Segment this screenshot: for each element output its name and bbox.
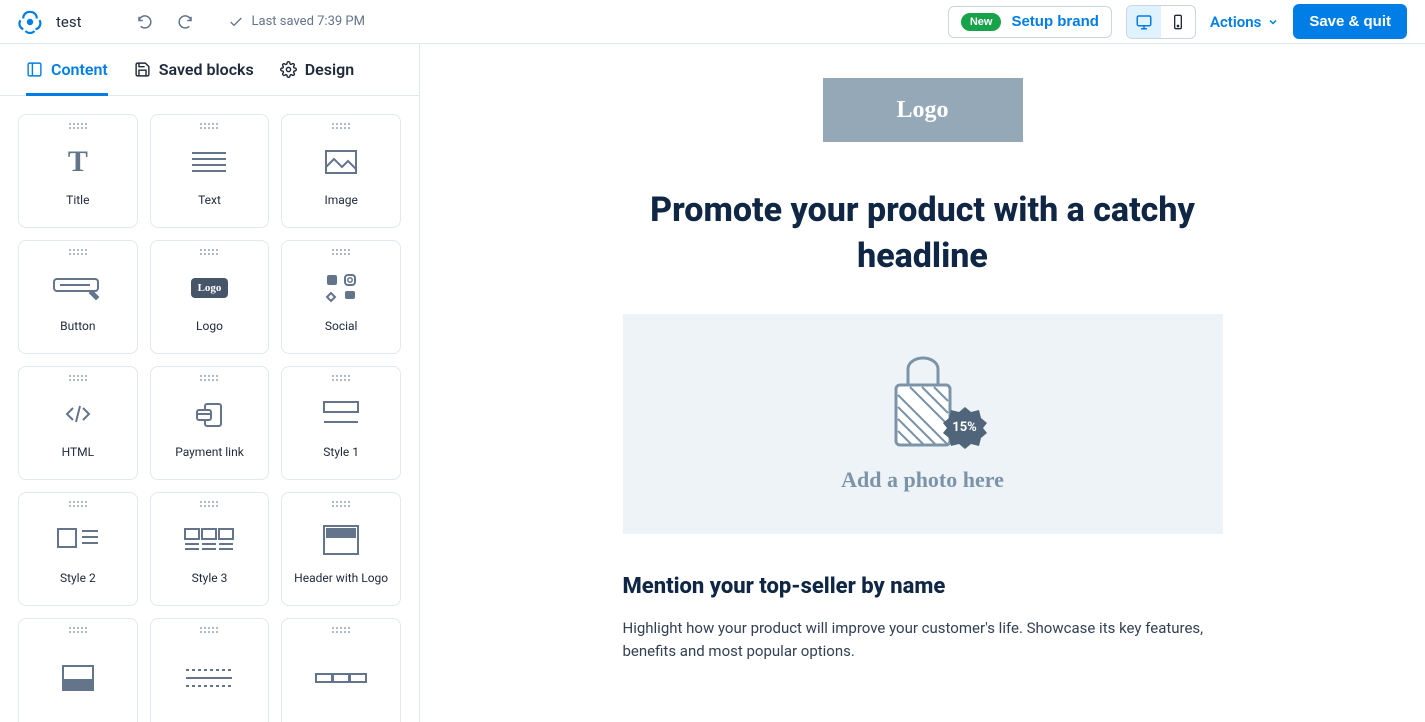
image-icon bbox=[324, 141, 358, 183]
drag-handle-icon bbox=[69, 627, 87, 633]
block-image[interactable]: Image bbox=[281, 114, 401, 228]
drag-handle-icon bbox=[200, 249, 218, 255]
last-saved-status: Last saved 7:39 PM bbox=[228, 14, 365, 30]
drag-handle-icon bbox=[200, 123, 218, 129]
drag-handle-icon bbox=[332, 123, 350, 129]
photo-placeholder[interactable]: 15% Add a photo here bbox=[623, 314, 1223, 534]
block-button[interactable]: Button bbox=[18, 240, 138, 354]
drag-handle-icon bbox=[332, 249, 350, 255]
block-text[interactable]: Text bbox=[150, 114, 270, 228]
desktop-view-button[interactable] bbox=[1127, 6, 1161, 38]
drag-handle-icon bbox=[69, 249, 87, 255]
logo-icon: Logo bbox=[191, 267, 229, 309]
logo-placeholder[interactable]: Logo bbox=[823, 78, 1023, 142]
social-icon bbox=[324, 267, 358, 309]
block-title[interactable]: T Title bbox=[18, 114, 138, 228]
hero2-icon bbox=[184, 657, 234, 699]
photo-caption: Add a photo here bbox=[841, 467, 1004, 493]
block-html[interactable]: HTML bbox=[18, 366, 138, 480]
redo-button[interactable] bbox=[176, 13, 194, 31]
block-hero-1[interactable] bbox=[18, 618, 138, 722]
gear-icon bbox=[280, 61, 297, 78]
tab-design[interactable]: Design bbox=[280, 60, 354, 96]
drag-handle-icon bbox=[332, 375, 350, 381]
block-hero-2[interactable] bbox=[150, 618, 270, 722]
title-icon: T bbox=[68, 141, 88, 183]
style3-icon bbox=[183, 519, 235, 561]
drag-handle-icon bbox=[200, 375, 218, 381]
mobile-view-button[interactable] bbox=[1161, 6, 1195, 38]
block-logo[interactable]: Logo Logo bbox=[150, 240, 270, 354]
actions-dropdown[interactable]: Actions bbox=[1210, 13, 1279, 31]
blocks-grid: T Title Text bbox=[0, 96, 419, 722]
drag-handle-icon bbox=[332, 501, 350, 507]
project-name[interactable]: test bbox=[56, 13, 82, 31]
shopping-bag-icon: 15% bbox=[884, 355, 962, 455]
drag-handle-icon bbox=[69, 501, 87, 507]
tab-content[interactable]: Content bbox=[26, 60, 108, 96]
block-header-with-logo[interactable]: Header with Logo bbox=[281, 492, 401, 606]
app-logo bbox=[18, 10, 42, 34]
block-style-3[interactable]: Style 3 bbox=[150, 492, 270, 606]
email-body: Logo Promote your product with a catchy … bbox=[623, 78, 1223, 688]
save-quit-button[interactable]: Save & quit bbox=[1293, 4, 1407, 39]
save-icon bbox=[134, 61, 151, 78]
hero3-icon bbox=[314, 657, 368, 699]
block-payment-link[interactable]: Payment link bbox=[150, 366, 270, 480]
payment-icon bbox=[193, 393, 225, 435]
html-icon bbox=[63, 393, 93, 435]
text-icon bbox=[190, 141, 228, 183]
drag-handle-icon bbox=[200, 627, 218, 633]
hero1-icon bbox=[61, 657, 95, 699]
headline[interactable]: Promote your product with a catchy headl… bbox=[623, 188, 1223, 280]
drag-handle-icon bbox=[332, 627, 350, 633]
new-pill: New bbox=[961, 13, 1002, 31]
canvas[interactable]: Logo Promote your product with a catchy … bbox=[420, 44, 1425, 722]
setup-brand-button[interactable]: New Setup brand bbox=[948, 6, 1112, 38]
tab-saved-blocks[interactable]: Saved blocks bbox=[134, 60, 254, 96]
discount-badge: 15% bbox=[942, 405, 988, 451]
sidebar-tabs: Content Saved blocks Design bbox=[0, 44, 419, 96]
undo-button[interactable] bbox=[136, 13, 154, 31]
sidebar: Content Saved blocks Design bbox=[0, 44, 420, 722]
block-style-2[interactable]: Style 2 bbox=[18, 492, 138, 606]
layout-sidebar-icon bbox=[26, 61, 43, 78]
style2-icon bbox=[56, 519, 100, 561]
drag-handle-icon bbox=[69, 375, 87, 381]
block-social[interactable]: Social bbox=[281, 240, 401, 354]
block-hero-3[interactable] bbox=[281, 618, 401, 722]
block-style-1[interactable]: Style 1 bbox=[281, 366, 401, 480]
style1-icon bbox=[322, 393, 360, 435]
subheadline[interactable]: Mention your top-seller by name bbox=[623, 574, 1223, 599]
device-toggle bbox=[1126, 5, 1196, 39]
button-icon bbox=[52, 267, 104, 309]
drag-handle-icon bbox=[200, 501, 218, 507]
chevron-down-icon bbox=[1267, 16, 1279, 28]
body-text[interactable]: Highlight how your product will improve … bbox=[623, 617, 1223, 664]
drag-handle-icon bbox=[69, 123, 87, 129]
topbar: test Last saved 7:39 PM New Setup brand bbox=[0, 0, 1425, 44]
header-logo-icon bbox=[322, 519, 360, 561]
